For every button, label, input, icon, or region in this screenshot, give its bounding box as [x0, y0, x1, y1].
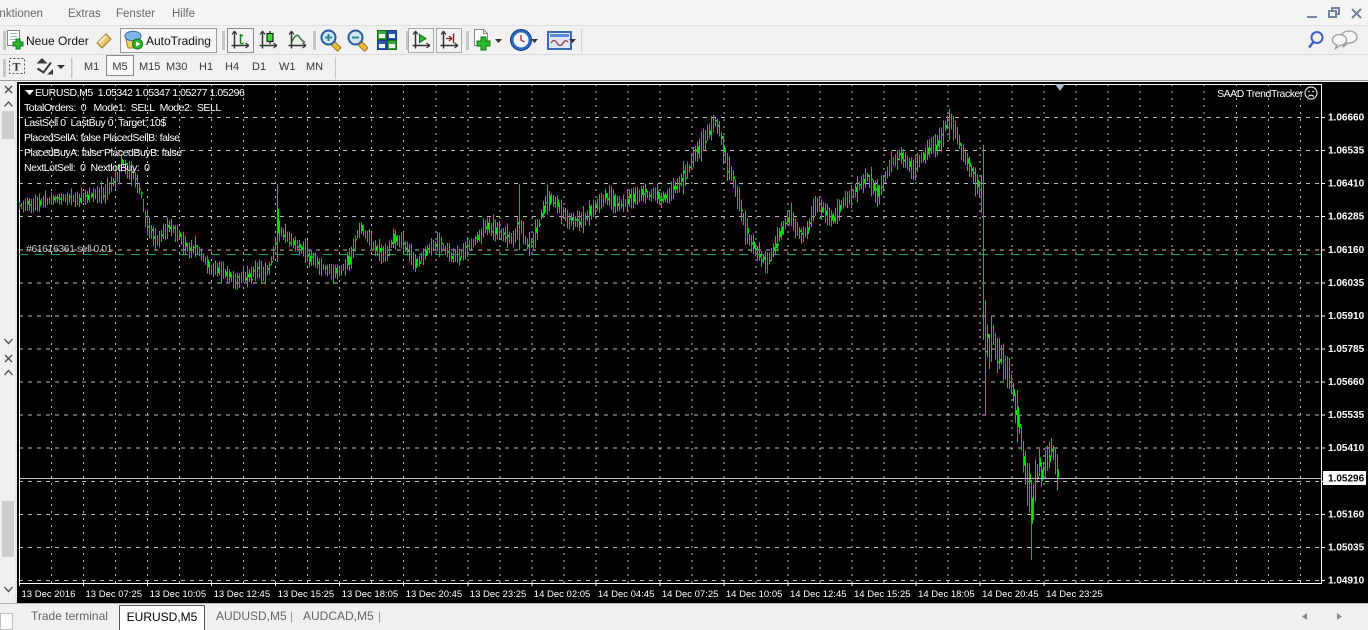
svg-text:14 Dec 02:05: 14 Dec 02:05: [534, 589, 591, 600]
svg-text:1.05035: 1.05035: [1328, 542, 1365, 553]
svg-text:13 Dec 12:45: 13 Dec 12:45: [214, 589, 271, 600]
svg-text:14 Dec 23:25: 14 Dec 23:25: [1046, 589, 1103, 600]
svg-text:NextLotSell: 0 NextlotBuy:: NextLotSell: 0 NextlotBuy: 0: [24, 162, 150, 174]
svg-text:1.06410: 1.06410: [1328, 179, 1365, 190]
svg-text:1.05160: 1.05160: [1328, 509, 1365, 520]
svg-text:13 Dec 23:25: 13 Dec 23:25: [470, 589, 527, 600]
svg-text:14 Dec 04:45: 14 Dec 04:45: [598, 589, 655, 600]
svg-text:13 Dec 2016: 13 Dec 2016: [22, 589, 76, 600]
svg-text:SAAD TrendTracker: SAAD TrendTracker: [1217, 88, 1304, 100]
svg-text:14 Dec 20:45: 14 Dec 20:45: [982, 589, 1039, 600]
svg-text:T: T: [13, 60, 21, 74]
svg-text:13 Dec 20:45: 13 Dec 20:45: [406, 589, 463, 600]
svg-text:EURUSD,M5 1.05342 1.05347 1.0: EURUSD,M5 1.05342 1.05347 1.05277 1.0529…: [35, 87, 245, 99]
svg-text:#61616361 sell 0.01: #61616361 sell 0.01: [26, 243, 113, 255]
svg-text:1.05910: 1.05910: [1328, 311, 1365, 322]
svg-text:TotalOrders: 0 Mode1: SELL: TotalOrders: 0 Mode1: SELL Mode2: SELL: [24, 102, 221, 114]
svg-text:1.04910: 1.04910: [1328, 576, 1365, 587]
svg-text:1.05660: 1.05660: [1328, 377, 1365, 388]
svg-text:13 Dec 07:25: 13 Dec 07:25: [86, 589, 143, 600]
svg-text:14 Dec 12:45: 14 Dec 12:45: [790, 589, 847, 600]
svg-text:13 Dec 18:05: 13 Dec 18:05: [342, 589, 399, 600]
svg-text:14 Dec 07:25: 14 Dec 07:25: [662, 589, 719, 600]
svg-text:14 Dec 15:25: 14 Dec 15:25: [854, 589, 911, 600]
svg-text:1.05785: 1.05785: [1328, 344, 1365, 355]
svg-text:1.05410: 1.05410: [1328, 443, 1365, 454]
svg-text:LastSell 0 LastBuy 0 Target:: LastSell 0 LastBuy 0 Target: 10$: [24, 117, 166, 129]
svg-text:PlacedSellA: false PlacedSellB: PlacedSellA: false PlacedSellB: false: [24, 132, 180, 144]
svg-text:1.05296: 1.05296: [1328, 474, 1365, 485]
svg-text:1.06285: 1.06285: [1328, 212, 1365, 223]
svg-text:1.06660: 1.06660: [1328, 113, 1365, 124]
svg-text:AutoTrading: AutoTrading: [146, 34, 211, 48]
svg-text:13 Dec 10:05: 13 Dec 10:05: [150, 589, 207, 600]
svg-text:1.05535: 1.05535: [1328, 410, 1365, 421]
svg-text:PlacedBuyA: false PlacedBuyB:: PlacedBuyA: false PlacedBuyB: false: [24, 147, 182, 159]
svg-text:1.06160: 1.06160: [1328, 245, 1365, 256]
svg-text:13 Dec 15:25: 13 Dec 15:25: [278, 589, 335, 600]
svg-text:1.06035: 1.06035: [1328, 278, 1365, 289]
svg-text:1.06535: 1.06535: [1328, 146, 1365, 157]
svg-text:Neue Order: Neue Order: [26, 34, 89, 48]
svg-text:14 Dec 18:05: 14 Dec 18:05: [918, 589, 975, 600]
svg-text:14 Dec 10:05: 14 Dec 10:05: [726, 589, 783, 600]
